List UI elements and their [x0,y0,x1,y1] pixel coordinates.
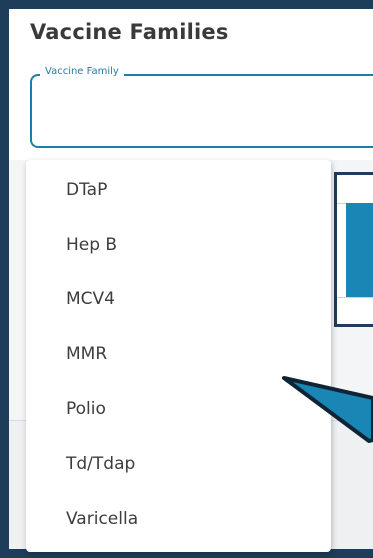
vaccine-family-dropdown: DTaP Hep B MCV4 MMR Polio Td/Tdap Varice… [26,160,331,552]
panel-title: Vaccine Families [30,20,229,44]
dropdown-option-dtap[interactable]: DTaP [26,171,331,209]
dropdown-option-varicella[interactable]: Varicella [26,500,331,538]
dropdown-option-mmr[interactable]: MMR [26,335,331,373]
dropdown-option-hep-b[interactable]: Hep B [26,226,331,264]
dropdown-option-mcv4[interactable]: MCV4 [26,280,331,318]
vaccine-families-panel: Vaccine Families Vaccine Family DTaP Hep… [0,0,373,558]
vaccine-family-label: Vaccine Family [40,66,124,77]
dropdown-option-td-tdap[interactable]: Td/Tdap [26,445,331,483]
vaccine-family-select[interactable] [30,74,373,148]
dropdown-option-polio[interactable]: Polio [26,390,331,428]
